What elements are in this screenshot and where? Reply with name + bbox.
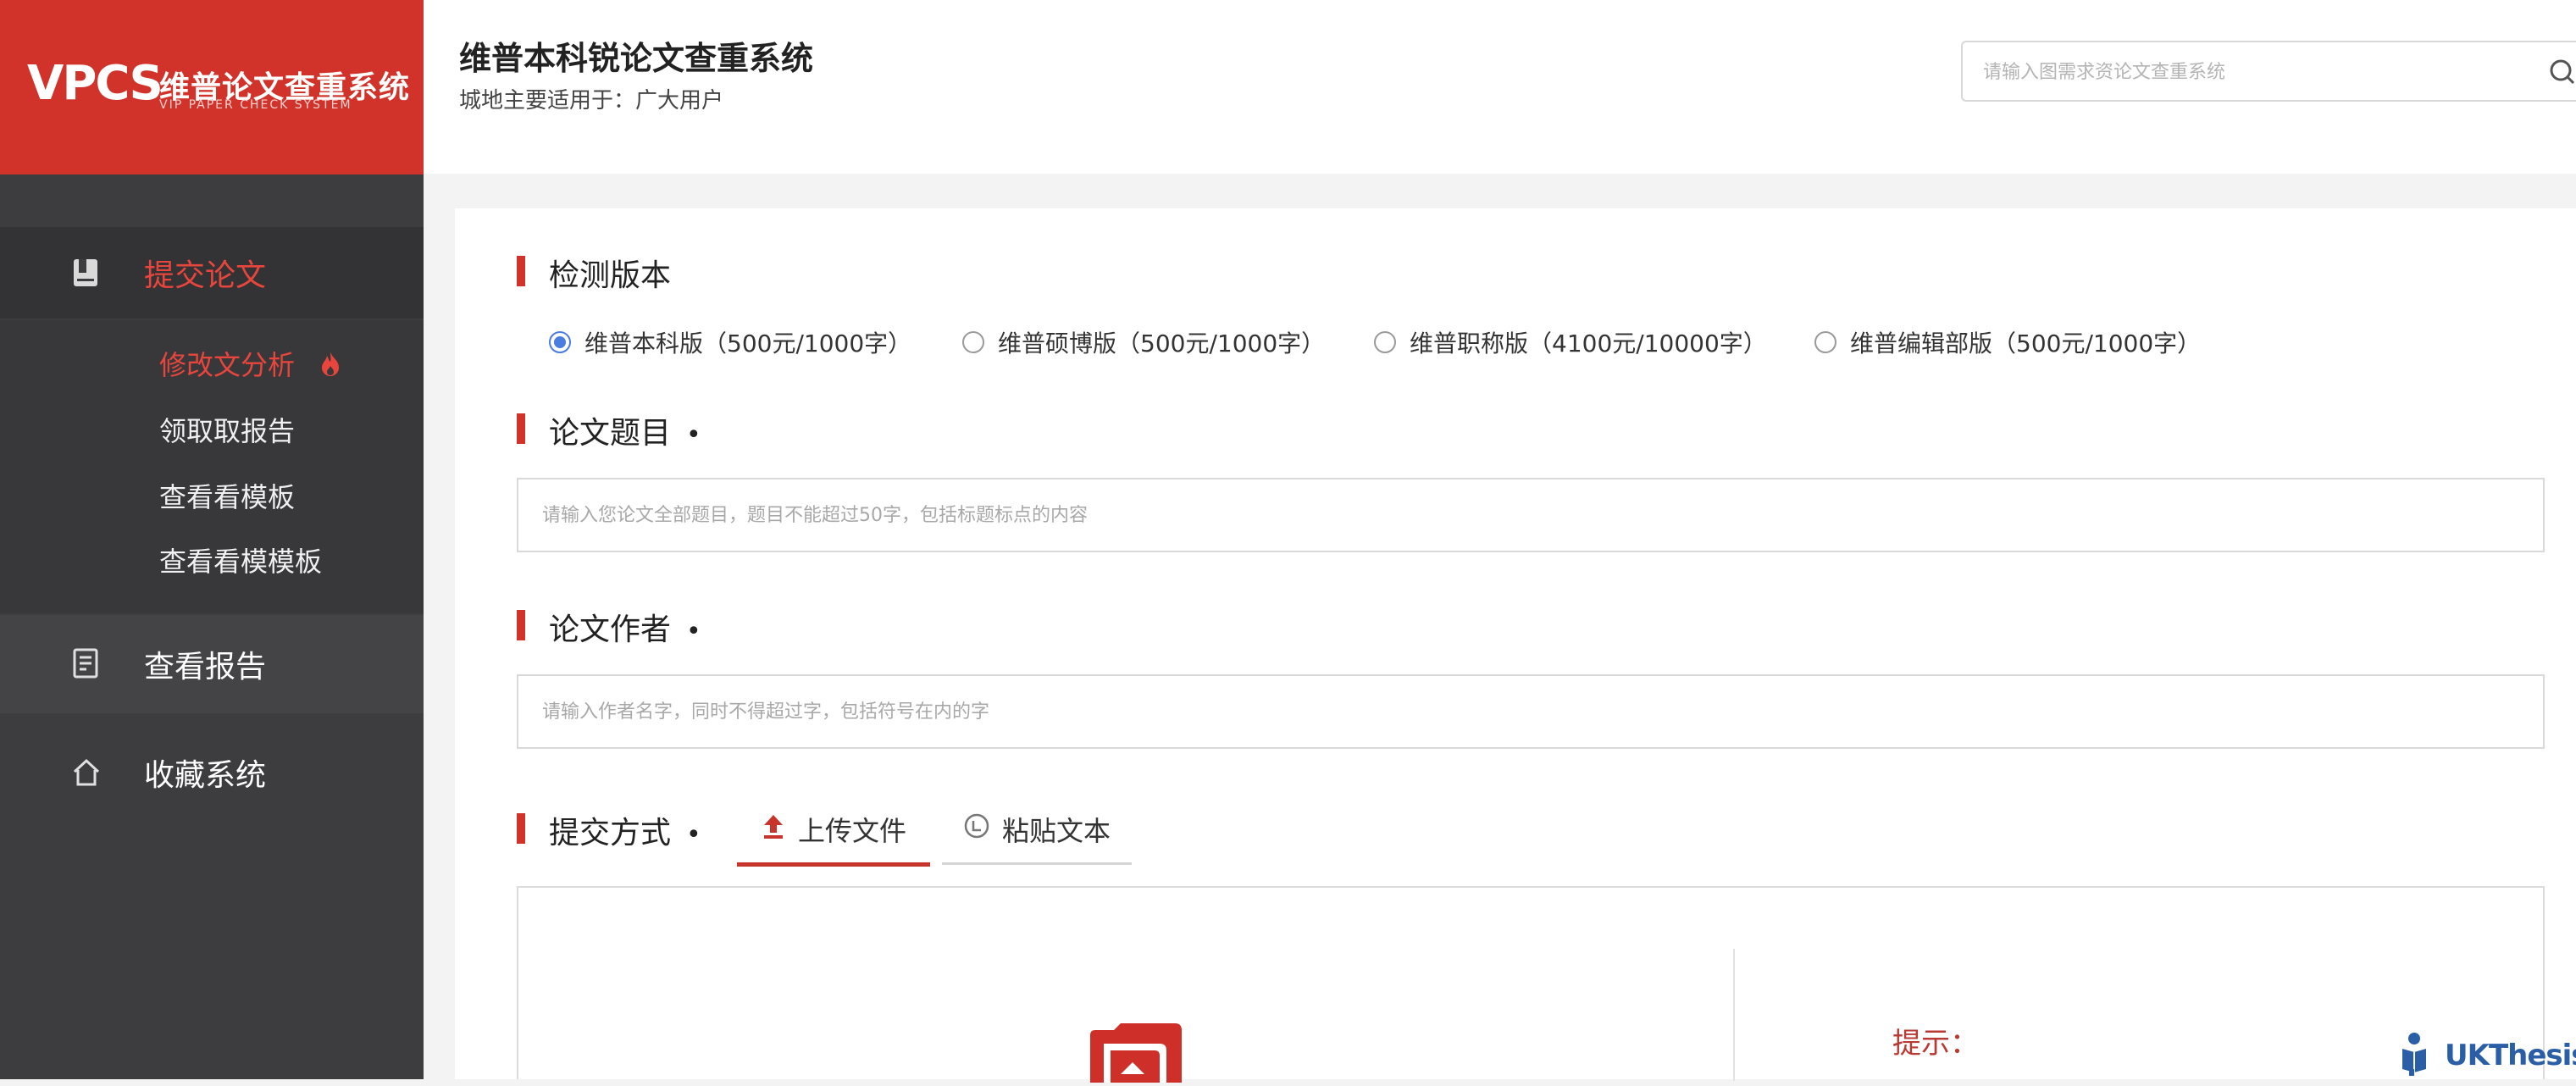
- flame-icon: [319, 350, 342, 384]
- radio-label: 维普硕博版（500元/1000字）: [998, 330, 1326, 357]
- radio-version-title[interactable]: 维普职称版（4100元/10000字）: [1374, 325, 1767, 359]
- tab-upload-file[interactable]: 上传文件: [737, 796, 930, 867]
- radio-label: 维普编辑部版（500元/1000字）: [1850, 330, 2202, 357]
- section-title-label: 提交方式: [549, 816, 672, 851]
- divider: [1733, 949, 1735, 1081]
- radio-button[interactable]: [1814, 331, 1836, 353]
- radio-button[interactable]: [962, 331, 984, 353]
- required-mark: •: [686, 820, 701, 850]
- section-marker: [517, 256, 525, 286]
- sidebar-item-label: 查看报告: [144, 650, 267, 684]
- search-input[interactable]: [1963, 42, 2561, 102]
- paper-title-field[interactable]: [517, 478, 2545, 552]
- required-mark: •: [686, 617, 701, 646]
- book-icon: [68, 254, 105, 291]
- section-title-paper-title: 论文题目 •: [549, 408, 701, 452]
- brand-logo: VPCS: [27, 56, 163, 111]
- subnav-item-label: 修改文分析: [159, 349, 296, 381]
- reader-icon: [2396, 1032, 2438, 1079]
- author-input[interactable]: [518, 676, 2543, 747]
- radio-label: 维普本科版（500元/1000字）: [584, 330, 912, 357]
- brand-header[interactable]: VPCS 维普论文查重系统 VIP PAPER CHECK SYSTEM: [0, 0, 424, 175]
- author-field[interactable]: [517, 674, 2545, 749]
- paste-icon: [963, 812, 1002, 846]
- tip-label: 提示：: [1892, 1027, 1979, 1061]
- required-mark: •: [686, 420, 701, 450]
- search-box[interactable]: [1961, 41, 2576, 102]
- watermark-text: UKThesis: [2445, 1039, 2576, 1072]
- radio-button[interactable]: [549, 331, 571, 353]
- tab-label: 粘贴文本: [1001, 815, 1111, 847]
- tab-label: 上传文件: [797, 815, 906, 847]
- paper-title-input[interactable]: [518, 479, 2543, 551]
- document-upload-icon: [1073, 1022, 1200, 1086]
- subnav-item-revise-analysis[interactable]: 修改文分析: [159, 344, 342, 384]
- section-title-label: 论文作者: [549, 612, 672, 647]
- section-title-author: 论文作者 •: [549, 605, 701, 649]
- section-title-label: 论文题目: [549, 416, 672, 451]
- sidebar-item-label: 提交论文: [144, 258, 267, 293]
- subnav-item-get-report[interactable]: 领取取报告: [159, 410, 295, 449]
- sidebar-item-favorites[interactable]: 收藏系统: [0, 730, 424, 815]
- radio-version-undergrad[interactable]: 维普本科版（500元/1000字）: [549, 325, 911, 359]
- page-subtitle: 城地主要适用于：广大用户: [459, 88, 724, 114]
- section-title-submit-method: 提交方式 •: [549, 808, 701, 852]
- home-icon: [68, 754, 105, 791]
- sidebar-subnav: 修改文分析 领取取报告 查看看模板 查看看模模板: [0, 320, 424, 613]
- section-marker: [517, 413, 525, 444]
- page-title: 维普本科锐论文查重系统: [459, 40, 814, 77]
- sidebar-item-label: 收藏系统: [144, 758, 267, 793]
- search-icon[interactable]: [2547, 58, 2576, 86]
- brand-subtitle: VIP PAPER CHECK SYSTEM: [159, 98, 352, 112]
- section-marker: [517, 813, 525, 844]
- radio-button[interactable]: [1374, 331, 1396, 353]
- upload-icon: [761, 812, 798, 846]
- top-header: 维普本科锐论文查重系统 城地主要适用于：广大用户: [424, 0, 2576, 174]
- tab-paste-text[interactable]: 粘贴文本: [942, 796, 1132, 865]
- watermark-logo: UKThesis: [2396, 1032, 2576, 1079]
- subnav-item-view-template[interactable]: 查看看模板: [159, 476, 295, 515]
- subnav-item-view-template-2[interactable]: 查看看模模板: [159, 540, 322, 579]
- report-icon: [68, 646, 105, 683]
- sidebar-item-view-report[interactable]: 查看报告: [0, 615, 424, 713]
- radio-version-master[interactable]: 维普硕博版（500元/1000字）: [962, 325, 1325, 359]
- section-title-version: 检测版本: [549, 258, 672, 293]
- section-marker: [517, 610, 525, 640]
- radio-label: 维普职称版（4100元/10000字）: [1410, 330, 1767, 357]
- sidebar-item-submit-paper[interactable]: 提交论文: [0, 227, 424, 319]
- radio-version-editorial[interactable]: 维普编辑部版（500元/1000字）: [1814, 325, 2201, 359]
- upload-dropzone[interactable]: 提示：: [517, 886, 2545, 1083]
- sidebar: VPCS 维普论文查重系统 VIP PAPER CHECK SYSTEM 提交论…: [0, 0, 424, 1079]
